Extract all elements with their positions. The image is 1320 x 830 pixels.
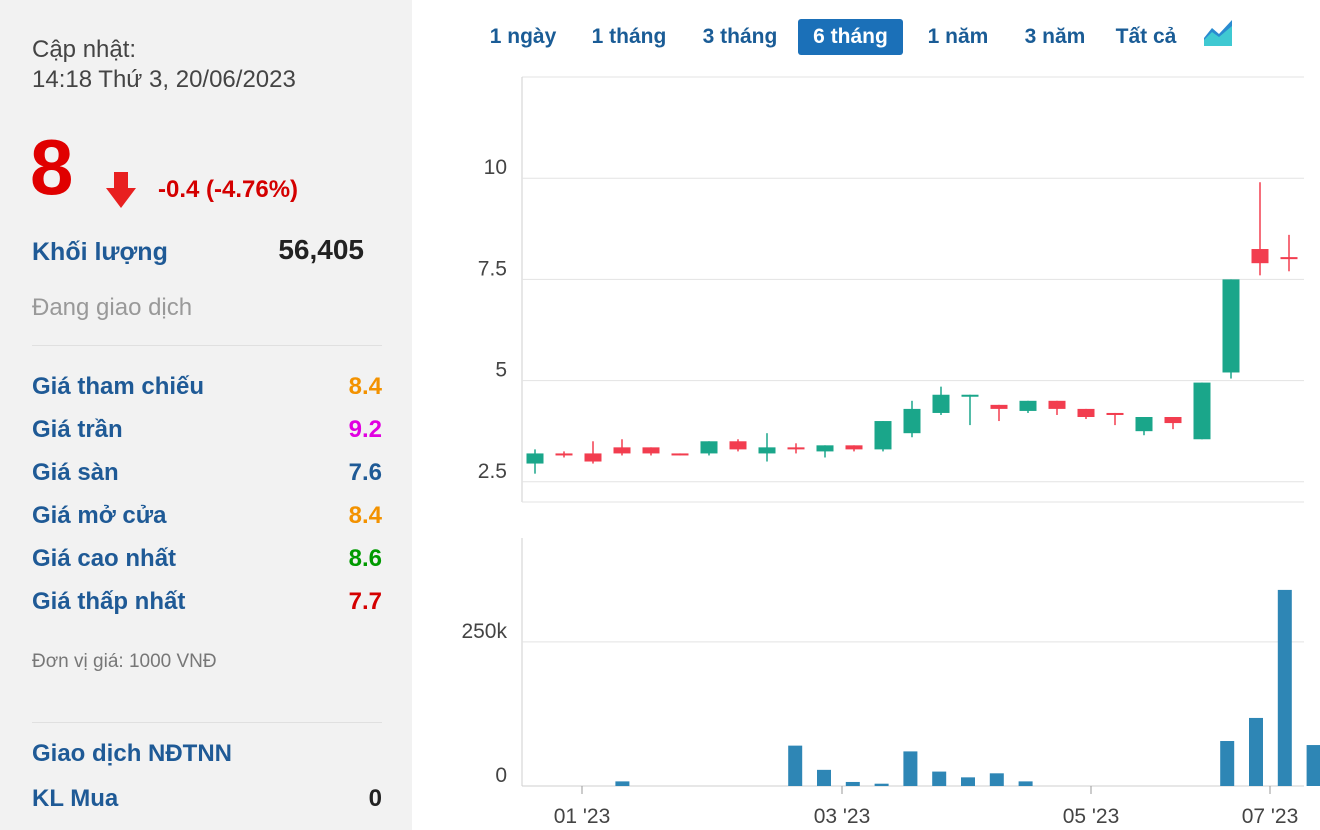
- volume-bar: [1249, 717, 1263, 786]
- candle-body: [613, 447, 631, 454]
- candle-body: [584, 453, 602, 462]
- volume-bar: [845, 781, 860, 786]
- volume-bar: [903, 751, 918, 786]
- candle-body: [1048, 400, 1066, 409]
- x-tick-label: 03 '23: [814, 805, 871, 828]
- volume-bar: [961, 777, 975, 786]
- volume-bar: [932, 771, 947, 786]
- candle-body: [787, 447, 805, 450]
- candle-body: [845, 445, 863, 450]
- candle-body: [1077, 408, 1095, 417]
- candle-body: [642, 447, 660, 454]
- candle-body: [1251, 249, 1269, 264]
- candle-body: [1222, 279, 1240, 373]
- volume-bar: [1220, 741, 1235, 786]
- candle-body: [671, 453, 689, 456]
- price-chart: 2.5 5 7.5 10 0 250k 01 '23 03 '23 05 '23 07 '23: [461, 76, 1320, 828]
- x-tick-label: 07 '23: [1242, 805, 1299, 828]
- candle-body: [1106, 412, 1124, 415]
- volume-bar: [874, 783, 889, 786]
- candle-body: [1019, 400, 1037, 411]
- volume-bar: [989, 773, 1004, 786]
- candle-body: [990, 404, 1008, 409]
- candle-body: [961, 394, 979, 397]
- candle-body: [932, 394, 950, 413]
- y-tick-label: 0: [495, 764, 507, 787]
- volume-bar: [1277, 589, 1292, 786]
- candle-body: [526, 453, 544, 464]
- candle-body: [903, 408, 921, 434]
- candle-body: [758, 447, 776, 454]
- y-tick-label: 2.5: [478, 460, 507, 483]
- volume-bar: [615, 781, 630, 786]
- candle-body: [874, 421, 892, 450]
- candle-body: [729, 441, 747, 450]
- y-tick-label: 250k: [461, 620, 507, 643]
- volume-bar: [1018, 781, 1033, 786]
- candle-body: [1280, 257, 1298, 260]
- x-tick-label: 05 '23: [1063, 805, 1120, 828]
- y-tick-label: 7.5: [478, 257, 507, 280]
- volume-bar: [788, 745, 803, 786]
- volume-bar: [817, 769, 831, 786]
- candle-body: [700, 441, 718, 454]
- y-tick-label: 10: [484, 156, 507, 179]
- candle-body: [555, 453, 573, 456]
- candle-body: [816, 445, 834, 452]
- volume-bar: [1306, 745, 1320, 786]
- candle-body: [1135, 417, 1153, 432]
- candle-body: [1164, 417, 1182, 424]
- x-tick-label: 01 '23: [554, 805, 611, 828]
- y-tick-label: 5: [495, 359, 507, 382]
- candle-body: [1193, 382, 1211, 440]
